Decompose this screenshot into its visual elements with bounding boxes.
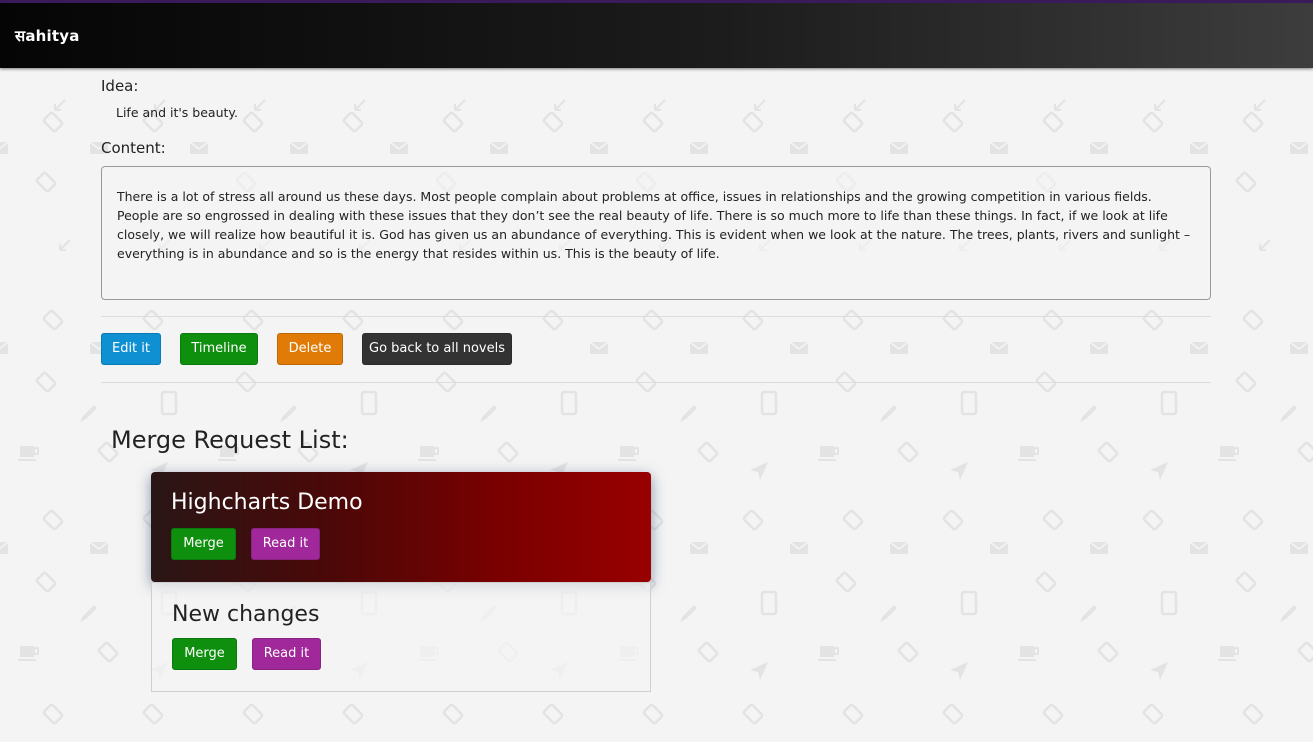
idea-value: Life and it's beauty.	[116, 105, 238, 120]
back-to-novels-button[interactable]: Go back to all novels	[362, 333, 512, 365]
timeline-button[interactable]: Timeline	[180, 333, 258, 365]
merge-button[interactable]: Merge	[171, 528, 236, 560]
content-box: There is a lot of stress all around us t…	[101, 166, 1211, 300]
idea-label: Idea:	[101, 77, 139, 95]
divider	[101, 316, 1211, 317]
brand-logo[interactable]: सahitya	[15, 26, 80, 46]
read-it-button[interactable]: Read it	[251, 528, 320, 560]
edit-button[interactable]: Edit it	[101, 333, 161, 365]
novel-detail: Idea: Life and it's beauty. Content: The…	[0, 0, 1313, 742]
navbar: सahitya	[0, 0, 1313, 68]
merge-request-title: Highcharts Demo	[171, 490, 363, 515]
merge-button[interactable]: Merge	[172, 638, 237, 670]
read-it-button[interactable]: Read it	[252, 638, 321, 670]
delete-button[interactable]: Delete	[277, 333, 343, 365]
merge-request-title: New changes	[172, 602, 320, 627]
merge-request-card[interactable]: New changes Merge Read it	[151, 582, 651, 692]
merge-request-list-title: Merge Request List:	[111, 426, 349, 454]
divider	[101, 382, 1211, 383]
content-label: Content:	[101, 139, 166, 157]
merge-request-card[interactable]: Highcharts Demo Merge Read it	[151, 472, 651, 582]
